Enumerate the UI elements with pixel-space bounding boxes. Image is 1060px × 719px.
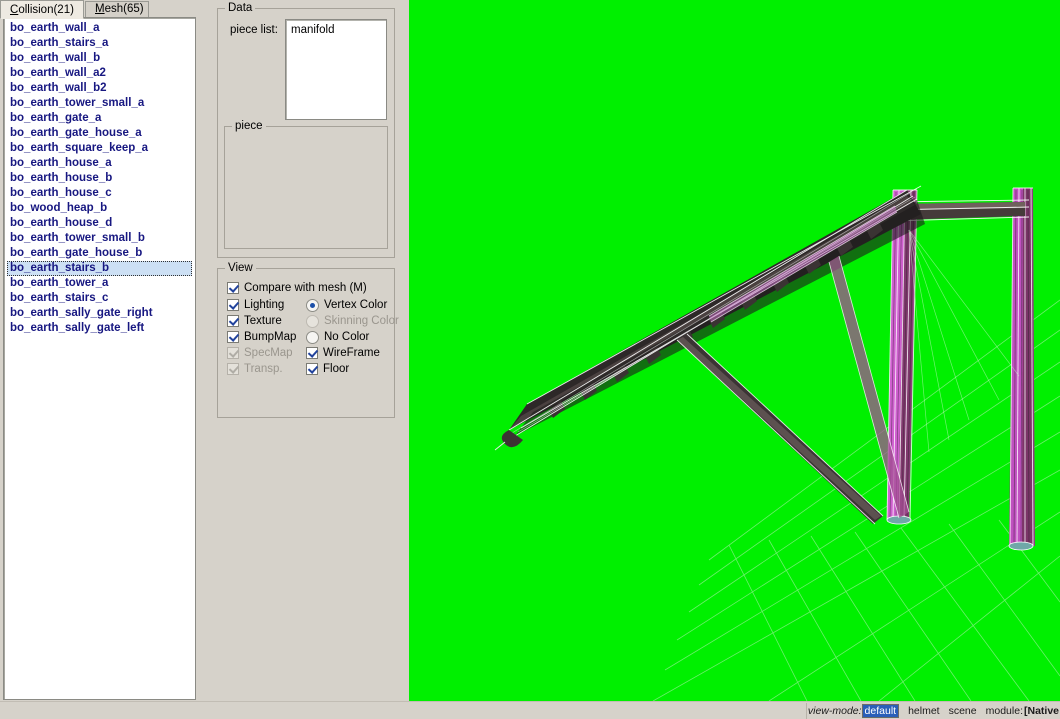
tab-mesh[interactable]: Mesh(65) bbox=[85, 1, 149, 17]
list-item[interactable]: bo_earth_wall_a2 bbox=[7, 66, 195, 81]
checkbox-bumpmap-box[interactable] bbox=[227, 331, 239, 343]
list-item[interactable]: bo_earth_house_c bbox=[7, 186, 195, 201]
radio-skinning-color-box bbox=[306, 314, 319, 328]
list-item[interactable]: bo_earth_tower_small_b bbox=[7, 231, 195, 246]
checkbox-transp-box bbox=[227, 363, 239, 375]
radio-no-color-box[interactable] bbox=[306, 330, 319, 344]
list-item[interactable]: bo_wood_heap_b bbox=[7, 201, 195, 216]
checkbox-lighting-label: Lighting bbox=[244, 299, 285, 311]
tab-mesh-accel: M bbox=[95, 3, 105, 15]
checkbox-lighting-box[interactable] bbox=[227, 299, 239, 311]
viewport-background bbox=[409, 0, 1060, 701]
collision-list-items: bo_earth_wall_a bo_earth_stairs_a bo_earth… bbox=[4, 18, 195, 336]
status-bar-items: view-mode: default helmet scene module: … bbox=[799, 702, 1060, 719]
list-item[interactable]: bo_earth_stairs_a bbox=[7, 36, 195, 51]
checkbox-compare-with-mesh-label: Compare with mesh (M) bbox=[244, 282, 367, 294]
status-view-mode-value[interactable]: default bbox=[861, 704, 900, 718]
list-item[interactable]: bo_earth_tower_a bbox=[7, 276, 195, 291]
list-item[interactable]: bo_earth_stairs_c bbox=[7, 291, 195, 306]
status-bar: view-mode: default helmet scene module: … bbox=[0, 701, 1060, 719]
piece-group-label: piece bbox=[232, 120, 266, 132]
3d-viewport[interactable] bbox=[409, 0, 1060, 701]
checkbox-compare-with-mesh-box[interactable] bbox=[227, 282, 239, 294]
list-item[interactable]: bo_earth_gate_a bbox=[7, 111, 195, 126]
radio-no-color[interactable]: No Color bbox=[306, 330, 369, 344]
piece-group: piece bbox=[224, 120, 388, 249]
checkbox-floor[interactable]: Floor bbox=[306, 362, 349, 376]
list-item[interactable]: bo_earth_sally_gate_left bbox=[7, 321, 195, 336]
checkbox-transp: Transp. bbox=[227, 362, 283, 376]
list-item[interactable]: bo_earth_house_b bbox=[7, 171, 195, 186]
checkbox-texture-box[interactable] bbox=[227, 315, 239, 327]
checkbox-lighting[interactable]: Lighting bbox=[227, 298, 284, 312]
radio-vertex-color[interactable]: Vertex Color bbox=[306, 298, 387, 312]
status-module-value[interactable]: [Native bbox=[1024, 705, 1059, 717]
radio-vertex-color-box[interactable] bbox=[306, 298, 319, 312]
checkbox-bumpmap-label: BumpMap bbox=[244, 331, 297, 343]
checkbox-wireframe-label: WireFrame bbox=[323, 347, 380, 359]
view-group-label: View bbox=[225, 262, 256, 274]
3d-scene bbox=[409, 0, 1060, 701]
checkbox-specmap: SpecMap bbox=[227, 346, 293, 360]
list-item[interactable]: bo_earth_gate_house_b bbox=[7, 246, 195, 261]
list-item[interactable]: bo_earth_square_keep_a bbox=[7, 141, 195, 156]
list-item[interactable]: bo_earth_stairs_b bbox=[7, 261, 192, 276]
checkbox-transp-label: Transp. bbox=[244, 363, 283, 375]
piece-list-item[interactable]: manifold bbox=[286, 20, 386, 37]
list-item[interactable]: bo_earth_house_a bbox=[7, 156, 195, 171]
application-window: Collision(21) Mesh(65) bo_earth_wall_a bo… bbox=[0, 0, 1060, 719]
list-item[interactable]: bo_earth_wall_b2 bbox=[7, 81, 195, 96]
tab-mesh-label: esh(65) bbox=[104, 3, 144, 15]
list-item[interactable]: bo_earth_gate_house_a bbox=[7, 126, 195, 141]
radio-no-color-label: No Color bbox=[324, 331, 370, 343]
status-view-mode-key: view-mode: bbox=[807, 705, 862, 717]
checkbox-wireframe[interactable]: WireFrame bbox=[306, 346, 380, 360]
checkbox-compare-with-mesh[interactable]: Compare with mesh (M) bbox=[227, 281, 367, 295]
checkbox-floor-box[interactable] bbox=[306, 363, 318, 375]
tab-collision-label: ollision(21) bbox=[18, 4, 74, 16]
tab-strip: Collision(21) Mesh(65) bbox=[0, 0, 205, 19]
list-item[interactable]: bo_earth_wall_b bbox=[7, 51, 195, 66]
list-item[interactable]: bo_earth_wall_a bbox=[7, 21, 195, 36]
collision-pillar-right bbox=[1008, 187, 1035, 551]
data-group-label: Data bbox=[225, 2, 256, 14]
checkbox-specmap-label: SpecMap bbox=[244, 347, 293, 359]
checkbox-specmap-box bbox=[227, 347, 239, 359]
piece-list-label: piece list: bbox=[230, 24, 278, 36]
list-item[interactable]: bo_earth_sally_gate_right bbox=[7, 306, 195, 321]
radio-vertex-color-label: Vertex Color bbox=[324, 299, 388, 311]
status-module-key: module: bbox=[985, 705, 1023, 717]
piece-list-box[interactable]: manifold bbox=[285, 19, 387, 120]
checkbox-texture[interactable]: Texture bbox=[227, 314, 282, 328]
status-item-scene[interactable]: scene bbox=[949, 705, 977, 717]
list-item[interactable]: bo_earth_house_d bbox=[7, 216, 195, 231]
checkbox-wireframe-box[interactable] bbox=[306, 347, 318, 359]
tab-collision[interactable]: Collision(21) bbox=[0, 0, 84, 19]
checkbox-floor-label: Floor bbox=[323, 363, 350, 375]
radio-skinning-color: Skinning Color bbox=[306, 314, 399, 328]
checkbox-texture-label: Texture bbox=[244, 315, 282, 327]
list-item[interactable]: bo_earth_tower_small_a bbox=[7, 96, 195, 111]
checkbox-bumpmap[interactable]: BumpMap bbox=[227, 330, 296, 344]
radio-skinning-color-label: Skinning Color bbox=[324, 315, 399, 327]
collision-listbox[interactable]: bo_earth_wall_a bo_earth_stairs_a bo_earth… bbox=[3, 17, 196, 700]
status-item-helmet[interactable]: helmet bbox=[908, 705, 940, 717]
